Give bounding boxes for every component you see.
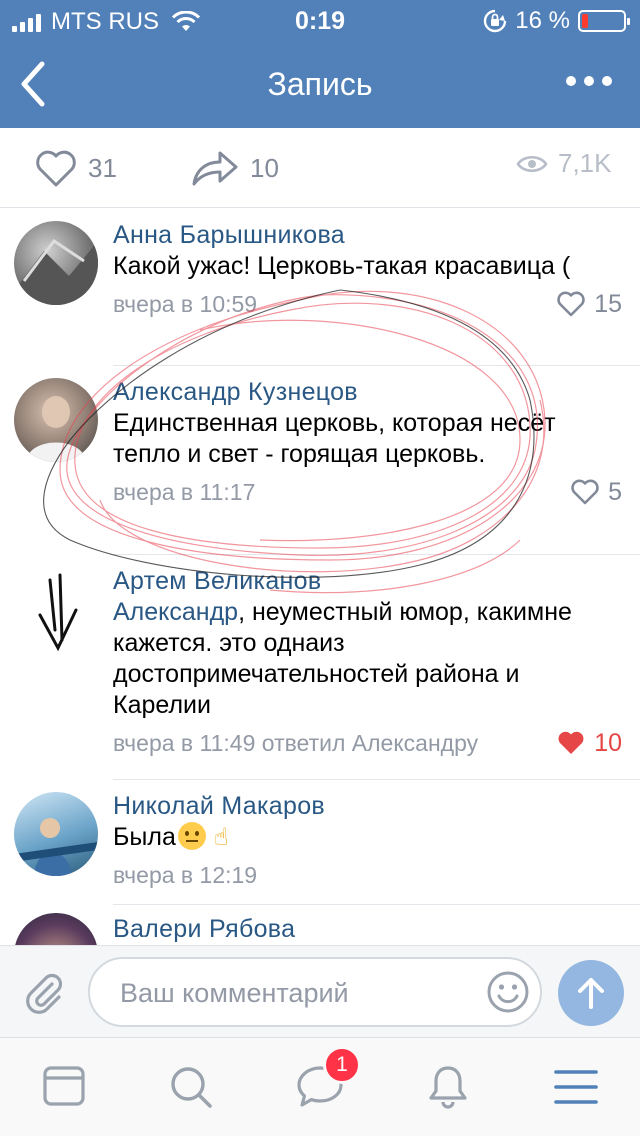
avatar[interactable] — [14, 792, 98, 876]
status-bar: MTS RUS 0:19 16 % — [0, 0, 640, 40]
avatar[interactable] — [14, 221, 98, 305]
tab-search[interactable] — [168, 1064, 214, 1115]
comment-input-placeholder: Ваш комментарий — [120, 978, 349, 1008]
send-button[interactable] — [558, 960, 624, 1026]
comment-like-button[interactable]: 10 — [556, 727, 622, 759]
comment-time: вчера в 11:17 — [113, 479, 256, 505]
comment-author[interactable]: Николай Макаров — [113, 790, 640, 822]
tab-messages[interactable]: 1 — [296, 1046, 361, 1115]
like-post-button[interactable]: 31 — [34, 148, 117, 188]
views-counter: 7,1K — [516, 148, 612, 179]
comment-like-button[interactable]: 5 — [570, 476, 622, 508]
tab-news[interactable] — [42, 1064, 86, 1113]
comment-like-count: 10 — [594, 729, 622, 757]
shares-count: 10 — [250, 152, 279, 183]
hamburger-menu-icon — [554, 1070, 598, 1104]
heart-icon — [571, 479, 599, 505]
comment-meta: вчера в 10:59 15 — [113, 288, 640, 320]
comment-meta: вчера в 12:19 — [113, 859, 640, 891]
eye-icon — [516, 155, 548, 172]
attach-paperclip-icon[interactable] — [22, 970, 66, 1014]
battery-level — [582, 14, 588, 28]
likes-count: 31 — [88, 152, 117, 183]
tab-menu[interactable] — [554, 1068, 598, 1111]
views-count: 7,1K — [558, 148, 612, 178]
comment-item: Александр Кузнецов Единственная церковь,… — [0, 366, 640, 554]
share-post-button[interactable]: 10 — [190, 148, 279, 188]
share-arrow-icon — [192, 151, 238, 186]
comment-time: вчера в 10:59 — [113, 291, 258, 317]
comment-composer: Ваш комментарий — [0, 945, 640, 1037]
neutral-face-emoji-icon — [177, 822, 206, 850]
news-feed-icon — [43, 1066, 85, 1106]
orientation-lock-icon — [484, 9, 507, 33]
post-stats-bar: 31 10 7,1K — [0, 128, 640, 208]
messages-badge: 1 — [323, 1046, 361, 1084]
comment-like-button[interactable]: 15 — [556, 288, 622, 320]
avatar[interactable] — [14, 378, 98, 462]
comment-author[interactable]: Артем Великанов — [113, 565, 640, 597]
comment-time: вчера в 11:49 ответил Александру — [113, 730, 479, 756]
comment-text-body: Была — [113, 823, 176, 851]
comment-text: Была ☝ — [113, 822, 640, 853]
comment-author[interactable]: Валери Рябова — [113, 913, 640, 945]
page-title: Запись — [267, 66, 373, 102]
tab-notifications[interactable] — [426, 1064, 470, 1115]
comments-list: Анна Барышникова Какой ужас! Церковь-так… — [0, 209, 640, 945]
avatar[interactable] — [14, 913, 98, 945]
battery-percent: 16 % — [515, 7, 570, 34]
comment-author[interactable]: Анна Барышникова — [113, 219, 640, 251]
comment-item: Анна Барышникова Какой ужас! Церковь-так… — [0, 209, 640, 365]
comment-like-count: 5 — [608, 478, 622, 506]
comment-like-count: 15 — [594, 290, 622, 318]
comment-item: Валери Рябова — [0, 905, 640, 945]
comment-text: Какой ужас! Церковь-такая красавица ( — [113, 252, 571, 280]
bell-icon — [429, 1066, 467, 1109]
battery-info: 16 % — [483, 7, 630, 35]
navigation-bar: Запись — [0, 40, 640, 128]
arrow-up-icon — [578, 978, 604, 1009]
more-options-icon[interactable] — [566, 76, 612, 86]
comment-author[interactable]: Александр Кузнецов — [113, 376, 640, 408]
battery-icon — [578, 10, 630, 32]
tab-bar: 1 — [0, 1037, 640, 1136]
comment-time: вчера в 12:19 — [113, 862, 258, 888]
heart-filled-icon — [558, 731, 584, 754]
comment-meta: вчера в 11:17 5 — [113, 476, 640, 508]
reply-mention-link[interactable]: Александр — [113, 598, 238, 626]
comment-text: Единственная церковь, которая несёт тепл… — [113, 409, 556, 468]
comment-item: Артем Великанов Александр, неуместный юм… — [0, 555, 640, 779]
comment-meta: вчера в 11:49 ответил Александру 10 — [113, 727, 640, 759]
heart-icon — [557, 291, 585, 317]
comment-item: Николай Макаров Была ☝ вчера в 12:19 — [0, 780, 640, 904]
comment-input[interactable]: Ваш комментарий — [88, 957, 542, 1027]
comment-text: Александр, неуместный юмор, какимне каже… — [113, 597, 640, 721]
heart-icon — [36, 150, 76, 187]
search-icon — [171, 1067, 212, 1108]
emoji-smile-icon[interactable] — [486, 970, 530, 1014]
pointing-up-emoji-icon: ☝ — [213, 824, 229, 851]
